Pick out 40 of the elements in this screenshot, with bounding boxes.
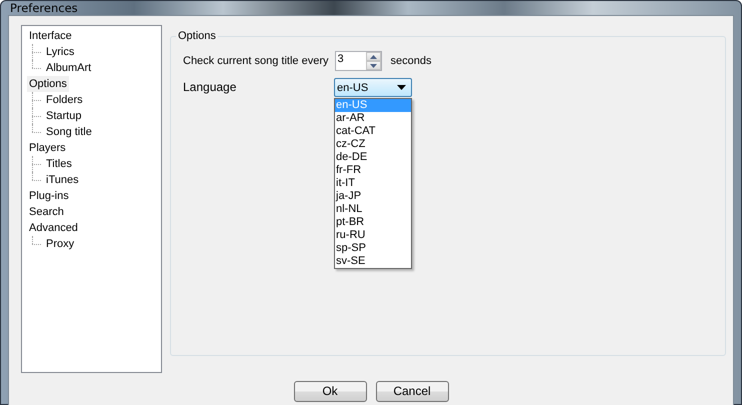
cancel-button[interactable]: Cancel — [376, 380, 448, 402]
dropdown-option[interactable]: cz-CZ — [335, 138, 411, 151]
number-spinner[interactable]: 3 — [334, 51, 382, 71]
ok-button[interactable]: Ok — [294, 380, 366, 402]
tree-item[interactable]: Options — [27, 76, 69, 92]
field-label: Language — [183, 80, 238, 94]
field-label: Check current song title every — [183, 55, 329, 67]
tree-item[interactable]: Folders — [44, 92, 85, 108]
tree-item[interactable]: Search — [27, 204, 66, 220]
tree-item[interactable]: Proxy — [44, 236, 76, 252]
tree-item[interactable]: Players — [27, 140, 68, 156]
dropdown-option[interactable]: cat-CAT — [335, 125, 411, 138]
dropdown-option[interactable]: sp-SP — [335, 242, 411, 255]
tree-item[interactable]: AlbumArt — [44, 60, 94, 76]
dropdown-option[interactable]: pt-BR — [335, 216, 411, 229]
dropdown-option[interactable]: de-DE — [335, 151, 411, 164]
unit-label: seconds — [390, 55, 432, 67]
tree-item[interactable]: Advanced — [27, 220, 80, 236]
caret-icon — [397, 85, 406, 90]
tree-item[interactable]: Song title — [44, 124, 94, 140]
group-title: Options — [176, 29, 218, 43]
window-title: Preferences — [10, 1, 78, 15]
tree-item[interactable]: Titles — [44, 156, 74, 172]
tree-item[interactable]: Startup — [44, 108, 84, 124]
down-triangle-icon — [370, 64, 377, 68]
dropdown-option[interactable]: ru-RU — [335, 229, 411, 242]
tree-item[interactable]: Plug-ins — [27, 188, 71, 204]
dropdown-option[interactable]: it-IT — [335, 177, 411, 190]
tree-item[interactable]: iTunes — [44, 172, 81, 188]
up-triangle-icon — [370, 54, 377, 58]
dropdown-option[interactable]: ar-AR — [335, 112, 411, 125]
language-dropdown[interactable]: en-US — [334, 78, 412, 97]
tree-item[interactable]: Interface — [27, 28, 74, 44]
dropdown-option[interactable]: fr-FR — [335, 164, 411, 177]
dropdown-option[interactable]: nl-NL — [335, 203, 411, 216]
spin-down-button[interactable] — [366, 61, 381, 70]
dropdown-option[interactable]: ja-JP — [335, 190, 411, 203]
spin-up-button[interactable] — [366, 52, 381, 61]
dropdown-option[interactable]: sv-SE — [335, 255, 411, 268]
tree-item[interactable]: Lyrics — [44, 44, 76, 60]
